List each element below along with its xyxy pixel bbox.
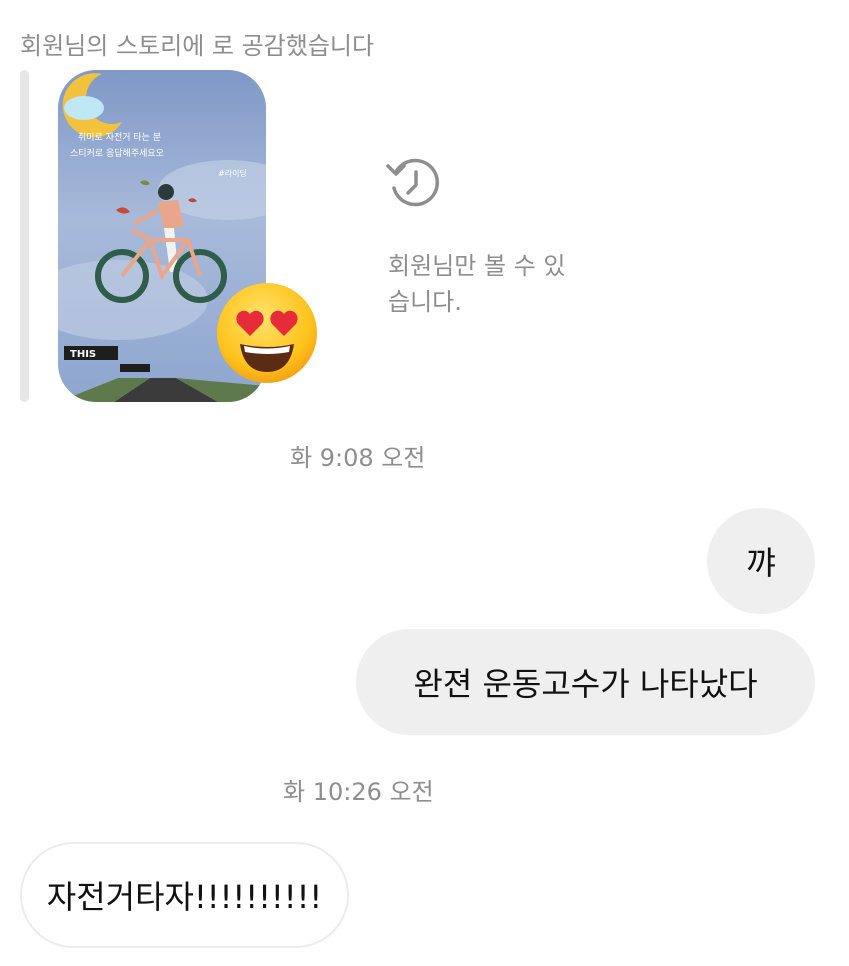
timestamp: 화 9:08 오전	[290, 444, 426, 472]
story-text-line2: 스티커로 응답해주세요오	[70, 147, 164, 159]
story-reply-caption: 회원님의 스토리에 로 공감했습니다	[20, 32, 375, 60]
story-text-line1: 취미로 자전거 타는 분	[78, 132, 161, 143]
message-bubble-received[interactable]: 자전거타자!!!!!!!!!!	[20, 842, 349, 948]
story-sign-text: THIS	[70, 349, 96, 360]
message-bubble-sent[interactable]: 완젼 운동고수가 나타났다	[356, 629, 815, 735]
timestamp: 화 10:26 오전	[283, 778, 434, 806]
message-bubble-sent[interactable]: 꺄	[707, 508, 815, 614]
heart-eyes-emoji-icon	[214, 280, 320, 386]
story-tag: #라이딩	[218, 168, 247, 178]
history-clock-icon	[384, 152, 444, 212]
story-reply-bar	[20, 70, 29, 402]
story-expired-text: 회원님만 볼 수 있습니다.	[388, 252, 566, 316]
